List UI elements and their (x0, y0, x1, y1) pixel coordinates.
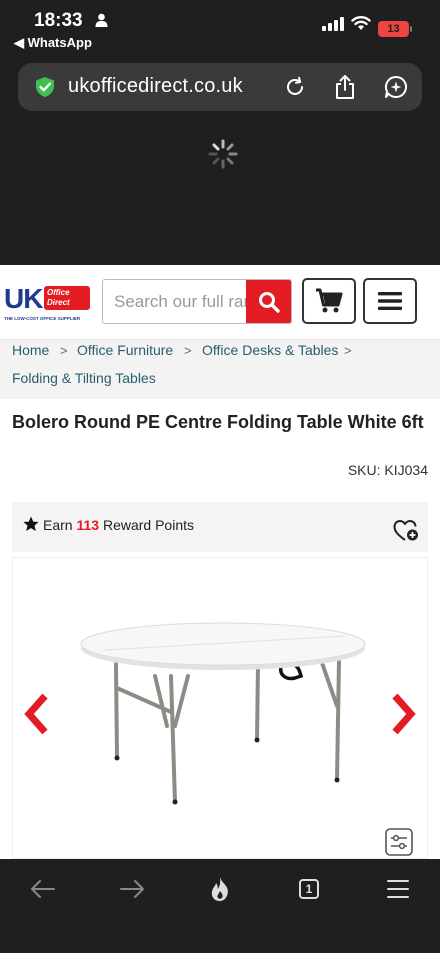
flame-icon (211, 877, 228, 901)
product-title: Bolero Round PE Centre Folding Table Whi… (12, 412, 424, 432)
signal-icon (322, 17, 344, 31)
breadcrumb-separator: > (60, 343, 68, 358)
reward-points-suffix: Reward Points (102, 517, 194, 533)
shield-check-icon (36, 77, 54, 97)
url-text[interactable]: ukofficedirect.co.uk (68, 75, 243, 98)
breadcrumb-office-furniture[interactable]: Office Furniture (77, 342, 173, 358)
search-box (102, 279, 292, 324)
menu-button[interactable] (363, 278, 417, 324)
share-icon[interactable] (334, 74, 356, 100)
star-icon (23, 516, 39, 531)
status-time: 18:33 (34, 10, 83, 31)
product-gallery (12, 557, 428, 859)
breadcrumb-home[interactable]: Home (12, 342, 49, 358)
search-icon (258, 291, 280, 313)
logo-uk-text: UK (4, 283, 43, 314)
assistant-icon[interactable] (384, 75, 408, 99)
back-button[interactable] (28, 876, 58, 902)
logo-tagline: THE LOW-COST OFFICE SUPPLIER (4, 316, 81, 321)
web-page: UK Office Direct THE LOW-COST OFFICE SUP… (0, 265, 440, 859)
cart-icon (316, 288, 343, 313)
reward-points-value: 113 (76, 517, 100, 533)
browser-chrome: 18:33 ◀ WhatsApp 13 ukofficedirect.co.uk (0, 0, 440, 265)
browser-menu-button[interactable] (383, 876, 413, 902)
logo-office-direct: Office Direct (44, 286, 90, 310)
reload-icon[interactable] (284, 76, 306, 98)
tabs-icon: 1 (299, 879, 319, 899)
breadcrumb-separator: > (184, 343, 192, 358)
breadcrumb-separator: > (344, 343, 352, 358)
reward-points-prefix: Earn (43, 517, 73, 533)
reward-points-bar: Earn 113 Reward Points (12, 502, 428, 552)
battery-icon: 13 (378, 21, 412, 37)
forward-button[interactable] (117, 876, 147, 902)
search-input[interactable] (103, 280, 248, 323)
chevron-right-icon[interactable] (389, 692, 419, 736)
breadcrumb-desks-tables[interactable]: Office Desks & Tables (202, 342, 338, 358)
forward-arrow-icon (120, 880, 144, 898)
back-arrow-icon (31, 880, 55, 898)
browser-toolbar: 1 (0, 859, 440, 953)
hamburger-icon (378, 292, 402, 310)
tabs-button[interactable]: 1 (294, 876, 324, 902)
site-logo[interactable]: UK Office Direct THE LOW-COST OFFICE SUP… (4, 283, 90, 321)
breadcrumb-folding-tables[interactable]: Folding & Tilting Tables (12, 370, 156, 386)
wishlist-heart-plus-icon[interactable] (393, 519, 419, 543)
product-image[interactable] (75, 616, 371, 806)
fire-button[interactable] (205, 876, 235, 902)
site-header: UK Office Direct THE LOW-COST OFFICE SUP… (0, 265, 440, 339)
breadcrumb: Home > Office Furniture > Office Desks &… (0, 339, 440, 399)
person-icon (95, 13, 108, 27)
zoom-slider-icon[interactable] (385, 828, 413, 856)
loading-spinner-icon (208, 139, 238, 169)
chevron-left-icon[interactable] (21, 692, 51, 736)
reward-points-text: Earn 113 Reward Points (43, 517, 194, 533)
back-to-app-link[interactable]: ◀ WhatsApp (14, 35, 92, 51)
address-bar[interactable]: ukofficedirect.co.uk (18, 63, 422, 111)
menu-icon (387, 880, 409, 898)
search-button[interactable] (246, 280, 291, 323)
wifi-icon (351, 16, 371, 30)
product-sku: SKU: KIJ034 (347, 462, 428, 478)
basket-button[interactable] (302, 278, 356, 324)
